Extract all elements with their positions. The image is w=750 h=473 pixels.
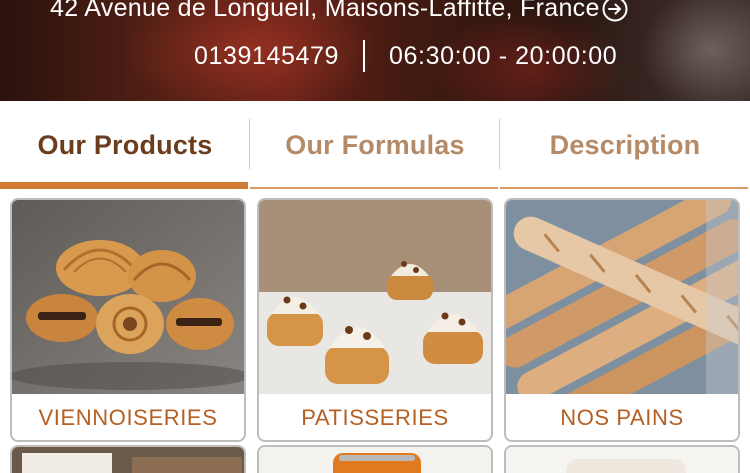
tab-active-indicator xyxy=(0,182,248,189)
product-photo xyxy=(12,447,244,473)
contact-divider xyxy=(363,40,366,72)
store-address: 42 Avenue de Longueil, Maisons-Laffitte,… xyxy=(50,0,600,22)
tab-our-products[interactable]: Our Products xyxy=(0,101,250,189)
tab-bar: Our Products Our Formulas Description xyxy=(0,101,750,189)
tab-label: Description xyxy=(549,129,701,160)
store-header: 42 Avenue de Longueil, Maisons-Laffitte,… xyxy=(0,0,750,101)
product-card[interactable] xyxy=(257,445,493,473)
tab-underline xyxy=(250,187,498,189)
product-name: VIENNOISERIES xyxy=(38,405,218,430)
address-row: 42 Avenue de Longueil, Maisons-Laffitte,… xyxy=(50,0,628,23)
pastry-photo xyxy=(259,200,491,394)
tab-underline xyxy=(500,187,748,189)
product-card-viennoiseries[interactable]: VIENNOISERIES xyxy=(10,198,246,442)
contact-row: 0139145479 06:30:00 - 20:00:00 xyxy=(194,38,617,74)
directions-arrow-icon[interactable] xyxy=(602,0,628,22)
tab-label: Our Formulas xyxy=(285,129,465,160)
tab-our-formulas[interactable]: Our Formulas xyxy=(250,101,500,189)
baguette-photo xyxy=(506,200,738,394)
product-card[interactable] xyxy=(504,445,740,473)
store-phone[interactable]: 0139145479 xyxy=(194,42,339,71)
store-hours: 06:30:00 - 20:00:00 xyxy=(389,41,618,70)
header-glow xyxy=(640,0,750,101)
tab-label: Our Products xyxy=(37,129,213,160)
product-name: NOS PAINS xyxy=(560,405,684,430)
croissant-photo xyxy=(12,200,244,394)
product-card-patisseries[interactable]: PATISSERIES xyxy=(257,198,493,442)
product-card-nos-pains[interactable]: NOS PAINS xyxy=(504,198,740,442)
product-photo xyxy=(259,447,491,473)
product-photo xyxy=(506,447,738,473)
tab-description[interactable]: Description xyxy=(500,101,750,189)
product-name: PATISSERIES xyxy=(301,405,449,430)
product-card[interactable] xyxy=(10,445,246,473)
